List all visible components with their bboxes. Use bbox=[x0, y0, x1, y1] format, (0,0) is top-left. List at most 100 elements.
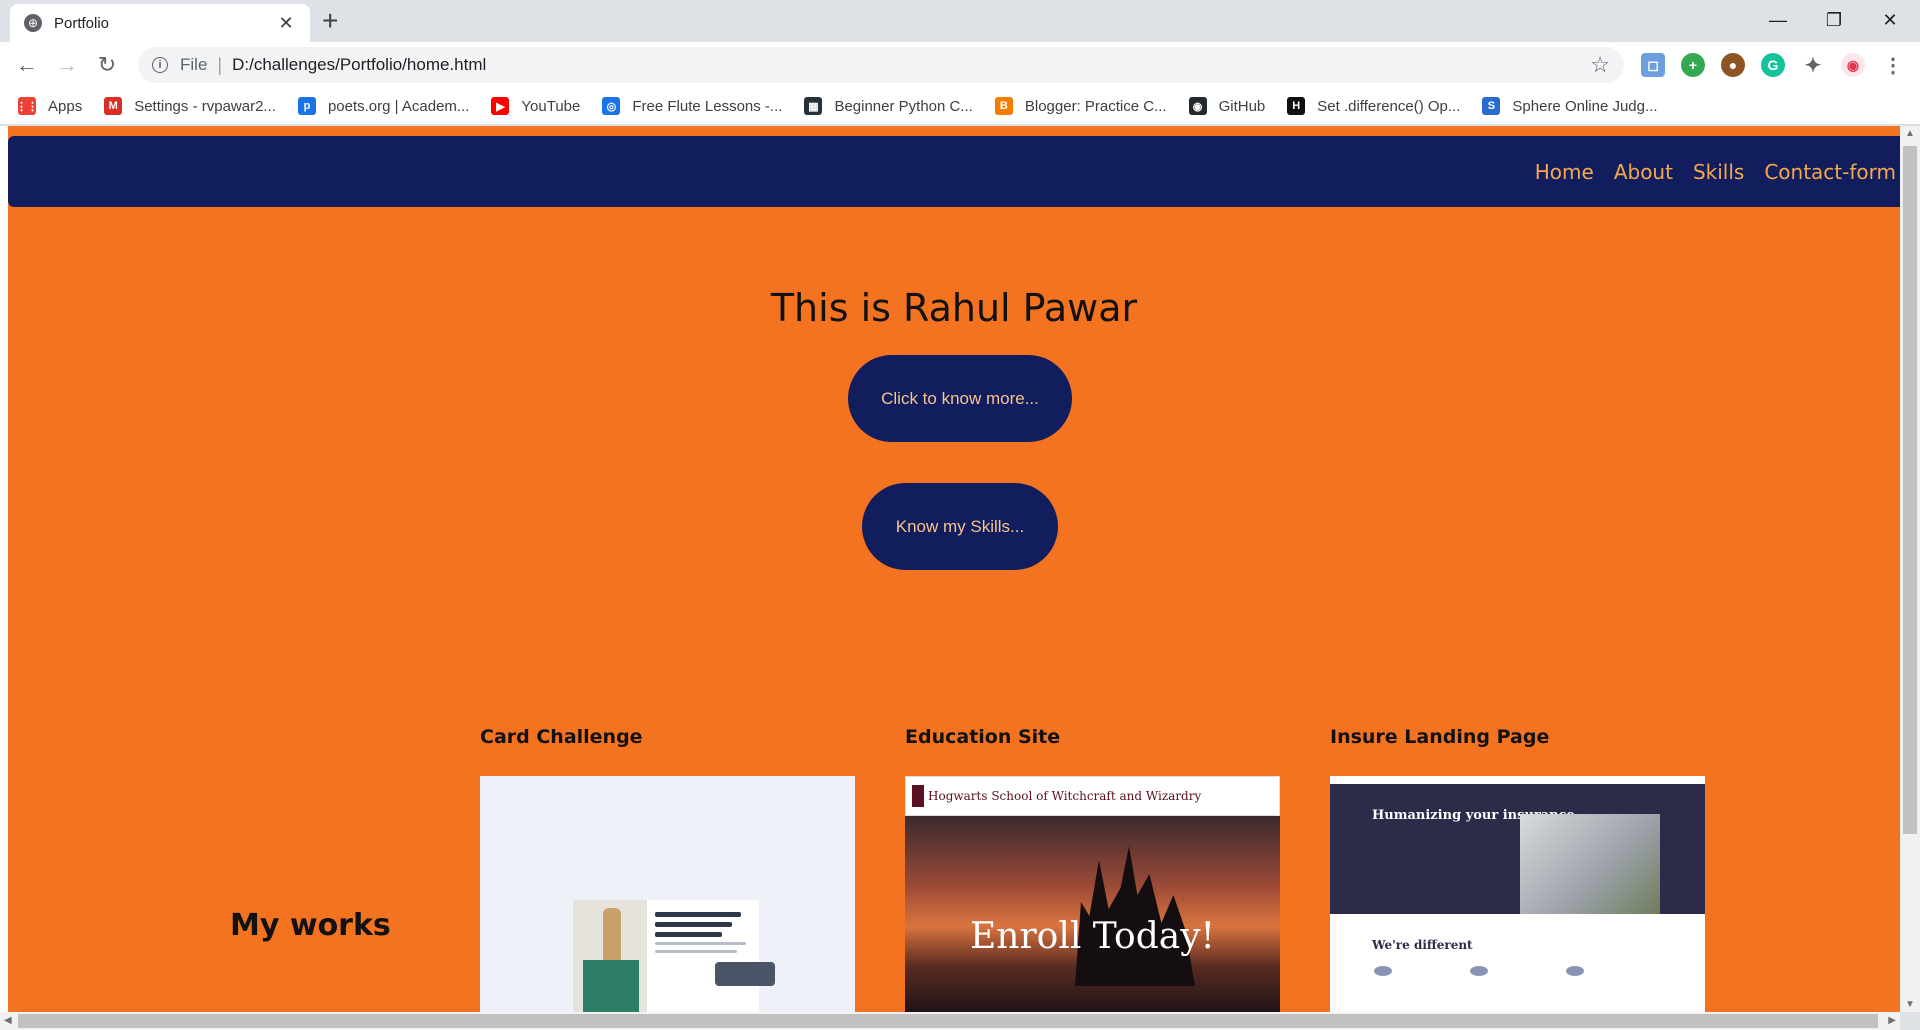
project-title-card-challenge: Card Challenge bbox=[480, 726, 643, 748]
bookmark-item[interactable]: ◉ GitHub bbox=[1188, 97, 1266, 115]
bookmark-item[interactable]: B Blogger: Practice C... bbox=[994, 97, 1167, 115]
extension-cookie-icon[interactable]: ● bbox=[1721, 53, 1745, 77]
reload-icon[interactable]: ↻ bbox=[92, 50, 122, 80]
nav-contact-link[interactable]: Contact-form bbox=[1764, 160, 1896, 184]
text-line bbox=[655, 942, 747, 945]
bookmark-label: GitHub bbox=[1218, 97, 1266, 115]
horizontal-scroll-thumb[interactable] bbox=[18, 1014, 1878, 1028]
bookmarks-bar: ⋮⋮ Apps M Settings - rvpawar2... p poets.org … bbox=[0, 88, 1920, 125]
thumb-brand: Hogwarts School of Witchcraft and Wizard… bbox=[928, 789, 1202, 803]
text-line bbox=[655, 922, 732, 927]
spoj-icon: S bbox=[1482, 97, 1501, 115]
portfolio-page: Home About Skills Contact-form This is R… bbox=[8, 126, 1900, 1012]
browser-toolbar: ← → ↻ i File | D:/challenges/Portfolio/h… bbox=[0, 42, 1920, 88]
poets-icon: p bbox=[297, 97, 316, 115]
bookmark-item[interactable]: S Sphere Online Judg... bbox=[1482, 97, 1658, 115]
nav-about-link[interactable]: About bbox=[1614, 160, 1673, 184]
url-text[interactable]: D:/challenges/Portfolio/home.html bbox=[232, 55, 486, 75]
bookmark-item[interactable]: ▶ YouTube bbox=[491, 97, 580, 115]
thumb-header: Hogwarts School of Witchcraft and Wizard… bbox=[905, 776, 1280, 816]
crest-icon bbox=[912, 785, 924, 807]
bookmark-item[interactable]: ◎ Free Flute Lessons -... bbox=[602, 97, 782, 115]
feature-icon bbox=[1470, 966, 1488, 976]
vertical-scrollbar[interactable]: ▲ ▼ bbox=[1900, 126, 1920, 1012]
project-title-insure-landing: Insure Landing Page bbox=[1330, 726, 1550, 748]
back-icon[interactable]: ← bbox=[12, 50, 42, 80]
extension-grammarly-icon[interactable]: G bbox=[1761, 53, 1785, 77]
hero-title: This is Rahul Pawar bbox=[770, 286, 1138, 330]
youtube-icon: ▶ bbox=[491, 97, 510, 115]
address-bar[interactable]: i File | D:/challenges/Portfolio/home.ht… bbox=[138, 47, 1624, 83]
extensions-puzzle-icon[interactable]: ✦ bbox=[1801, 53, 1825, 77]
text-line bbox=[655, 932, 723, 937]
scroll-down-icon[interactable]: ▼ bbox=[1905, 999, 1915, 1010]
know-more-button[interactable]: Click to know more... bbox=[848, 355, 1072, 442]
page-viewport: Home About Skills Contact-form This is R… bbox=[0, 126, 1900, 1012]
extension-screenshot-icon[interactable]: ◻ bbox=[1641, 53, 1665, 77]
tab-strip: ⊕ Portfolio ✕ + — ❐ ✕ bbox=[0, 0, 1920, 42]
family-photo bbox=[1520, 814, 1660, 914]
my-works-heading: My works bbox=[230, 908, 391, 943]
blogger-icon: B bbox=[994, 97, 1013, 115]
insure-subheading: We're different bbox=[1372, 938, 1473, 952]
bookmark-item[interactable]: ▦ Beginner Python C... bbox=[804, 97, 973, 115]
card-photo bbox=[573, 900, 647, 1012]
github-icon: ◉ bbox=[1188, 97, 1207, 115]
bookmark-label: Free Flute Lessons -... bbox=[632, 97, 783, 115]
scroll-up-icon[interactable]: ▲ bbox=[1905, 128, 1915, 139]
apps-grid-icon: ⋮⋮ bbox=[16, 97, 38, 115]
gmail-icon: M bbox=[104, 97, 123, 115]
project-thumbnail-insure-landing[interactable]: Humanizing your insurance. We're differe… bbox=[1330, 776, 1705, 1012]
bookmark-label: Settings - rvpawar2... bbox=[134, 97, 276, 115]
tab-title: Portfolio bbox=[54, 14, 110, 32]
know-skills-button[interactable]: Know my Skills... bbox=[862, 483, 1058, 570]
card-text-panel bbox=[647, 900, 759, 1012]
bookmark-label: poets.org | Academ... bbox=[327, 97, 470, 115]
bookmark-item[interactable]: p poets.org | Academ... bbox=[297, 97, 470, 115]
bookmark-label: Set .difference() Op... bbox=[1317, 97, 1461, 115]
enroll-text: Enroll Today! bbox=[969, 916, 1216, 957]
nav-home-link[interactable]: Home bbox=[1535, 160, 1594, 184]
bookmark-label: Blogger: Practice C... bbox=[1024, 97, 1167, 115]
project-title-education-site: Education Site bbox=[905, 726, 1061, 748]
bookmark-label: Beginner Python C... bbox=[834, 97, 973, 115]
forward-icon[interactable]: → bbox=[52, 50, 82, 80]
python-course-icon: ▦ bbox=[804, 97, 823, 115]
nav-links: Home About Skills Contact-form bbox=[1515, 136, 1896, 207]
share-tooltip bbox=[715, 962, 775, 986]
bookmark-label: YouTube bbox=[521, 97, 581, 115]
flute-icon: ◎ bbox=[602, 97, 621, 115]
minimize-icon[interactable]: — bbox=[1750, 0, 1806, 40]
scroll-left-icon[interactable]: ◀ bbox=[4, 1015, 12, 1026]
feature-icon bbox=[1566, 966, 1584, 976]
menu-kebab-icon[interactable]: ⋮ bbox=[1881, 53, 1905, 77]
text-line bbox=[655, 912, 742, 917]
bookmark-item[interactable]: H Set .difference() Op... bbox=[1287, 97, 1460, 115]
close-tab-icon[interactable]: ✕ bbox=[276, 13, 296, 34]
project-thumbnail-card-challenge[interactable] bbox=[480, 776, 855, 1012]
feature-icon bbox=[1374, 966, 1392, 976]
extension-plus-icon[interactable]: + bbox=[1681, 53, 1705, 77]
bookmark-item[interactable]: M Settings - rvpawar2... bbox=[104, 97, 276, 115]
bookmark-label: Sphere Online Judg... bbox=[1512, 97, 1658, 115]
text-line bbox=[655, 950, 737, 953]
site-navbar: Home About Skills Contact-form bbox=[8, 136, 1900, 207]
chest-shape bbox=[583, 960, 639, 1012]
project-thumbnail-education-site[interactable]: Hogwarts School of Witchcraft and Wizard… bbox=[905, 776, 1280, 1012]
vertical-scroll-thumb[interactable] bbox=[1903, 146, 1917, 834]
info-icon[interactable]: i bbox=[152, 57, 168, 73]
tab-portfolio[interactable]: ⊕ Portfolio ✕ bbox=[10, 4, 310, 42]
bookmark-item[interactable]: ⋮⋮ Apps bbox=[16, 97, 83, 115]
url-scheme: File bbox=[180, 55, 208, 74]
restore-icon[interactable]: ❐ bbox=[1806, 0, 1862, 40]
close-window-icon[interactable]: ✕ bbox=[1862, 0, 1918, 40]
horizontal-scrollbar[interactable]: ◀ ▶ bbox=[0, 1012, 1900, 1030]
scroll-right-icon[interactable]: ▶ bbox=[1888, 1015, 1896, 1026]
nav-skills-link[interactable]: Skills bbox=[1693, 160, 1744, 184]
profile-avatar-icon[interactable]: ◉ bbox=[1841, 53, 1865, 77]
url-separator: | bbox=[217, 54, 223, 75]
new-tab-button[interactable]: + bbox=[322, 6, 338, 36]
vase-shape bbox=[603, 908, 621, 968]
bookmark-star-icon[interactable]: ☆ bbox=[1590, 52, 1610, 78]
bookmark-label: Apps bbox=[48, 97, 83, 115]
